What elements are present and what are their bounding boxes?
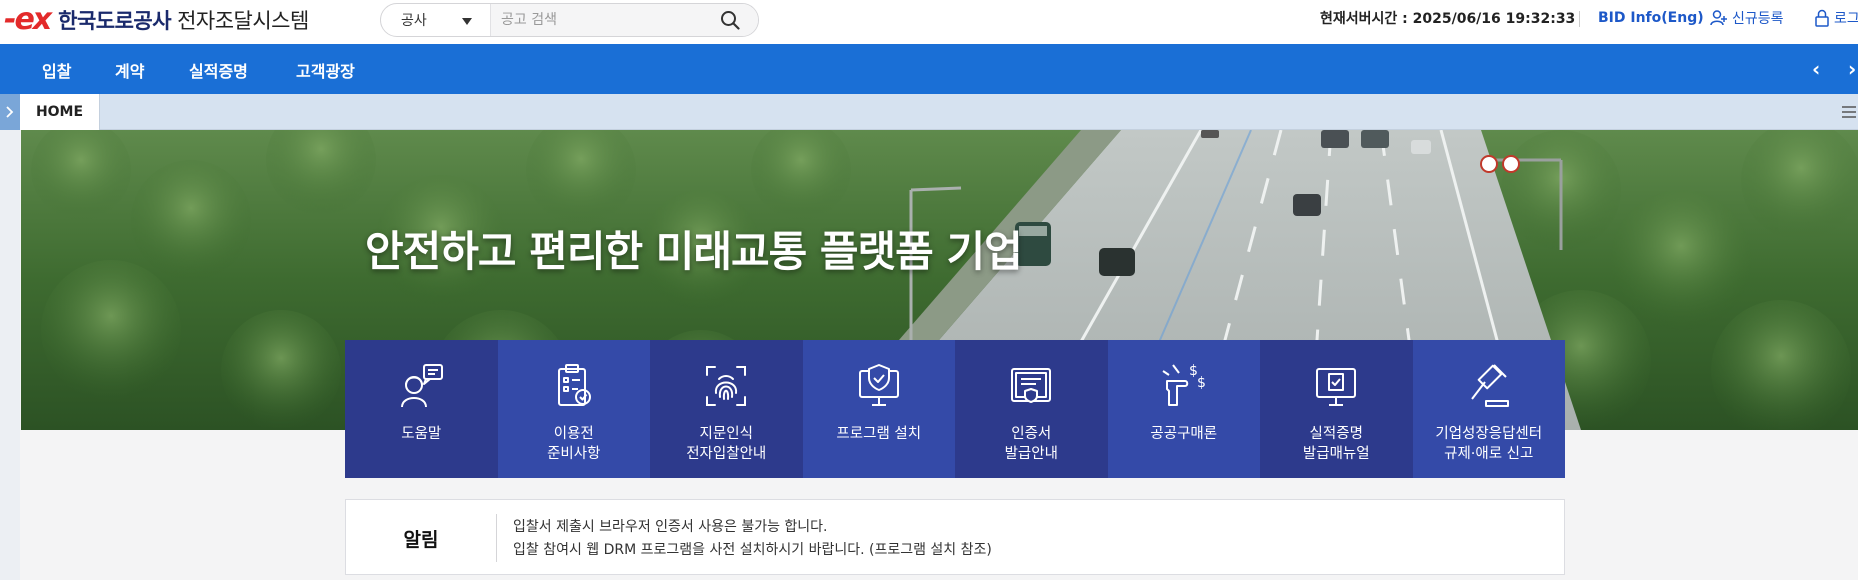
search-input[interactable] bbox=[491, 4, 702, 36]
search-icon bbox=[721, 11, 740, 30]
login-link[interactable]: 로그 bbox=[1814, 8, 1858, 28]
chevron-left-icon[interactable]: ‹ bbox=[1812, 57, 1820, 81]
monitor-doc-icon bbox=[1310, 360, 1362, 412]
notice-line[interactable]: 입찰 참여시 웹 DRM 프로그램을 사전 설치하시기 바랍니다. (프로그램 … bbox=[513, 539, 992, 562]
search-category-select[interactable]: 공사 bbox=[381, 4, 491, 36]
quick-menu: 도움말 이용전 준비사항 지문인식 전자입찰안내 프로그램 설치 인증서 발급안… bbox=[345, 340, 1565, 478]
quick-menu-label: 기업성장응답센터 규제·애로 신고 bbox=[1435, 426, 1543, 462]
quick-menu-fingerprint[interactable]: 지문인식 전자입찰안내 bbox=[650, 340, 803, 478]
chevron-right-icon bbox=[6, 106, 14, 118]
search-box: 공사 bbox=[380, 3, 759, 37]
checklist-icon bbox=[548, 360, 600, 412]
notice-box: 알림 입찰서 제출시 브라우저 인증서 사용은 불가능 합니다. 입찰 참여시 … bbox=[345, 499, 1565, 575]
ex-logo-mark: -ex bbox=[4, 2, 52, 37]
quick-menu-label: 도움말 bbox=[401, 426, 442, 442]
quick-menu-help[interactable]: 도움말 bbox=[345, 340, 498, 478]
nav-item-bid[interactable]: 입찰 bbox=[42, 58, 71, 82]
left-rail bbox=[0, 130, 20, 580]
system-name: 전자조달시스템 bbox=[177, 9, 309, 33]
quick-menu-label: 공공구매론 bbox=[1150, 426, 1218, 442]
notice-line: 입찰서 제출시 브라우저 인증서 사용은 불가능 합니다. bbox=[513, 519, 828, 535]
quick-menu-public-purchase-loan[interactable]: $ $ 공공구매론 bbox=[1107, 340, 1260, 478]
register-label: 신규등록 bbox=[1732, 11, 1784, 27]
server-time: 현재서버시간 : 2025/06/16 19:32:33 bbox=[1320, 11, 1576, 27]
top-header: -ex 한국도로공사 전자조달시스템 공사 현재서버시간 : 2025/06/1… bbox=[0, 0, 1858, 44]
notice-title: 알림 bbox=[403, 528, 439, 551]
chevron-right-icon[interactable]: › bbox=[1848, 57, 1856, 81]
gavel-icon bbox=[1463, 360, 1515, 412]
nav-item-customer[interactable]: 고객광장 bbox=[296, 58, 355, 82]
certificate-icon bbox=[1005, 360, 1057, 412]
fingerprint-icon bbox=[700, 360, 752, 412]
org-name: 한국도로공사 bbox=[58, 9, 172, 33]
quick-menu-preparation[interactable]: 이용전 준비사항 bbox=[497, 340, 650, 478]
bid-info-link[interactable]: BID Info(Eng) bbox=[1598, 10, 1704, 26]
help-desk-icon bbox=[395, 360, 447, 412]
login-label: 로그 bbox=[1834, 11, 1858, 27]
search-category-value: 공사 bbox=[401, 13, 427, 29]
loan-hand-icon: $ $ bbox=[1158, 360, 1210, 412]
quick-menu-certificate[interactable]: 인증서 발급안내 bbox=[955, 340, 1108, 478]
search-button[interactable] bbox=[702, 4, 758, 36]
svg-text:$: $ bbox=[1197, 375, 1206, 391]
quick-menu-program-install[interactable]: 프로그램 설치 bbox=[802, 340, 955, 478]
logo[interactable]: -ex 한국도로공사 전자조달시스템 bbox=[4, 4, 309, 36]
hero-title: 안전하고 편리한 미래교통 플랫폼 기업 bbox=[365, 227, 1023, 276]
register-link[interactable]: 신규등록 bbox=[1710, 8, 1784, 28]
user-add-icon bbox=[1710, 10, 1727, 26]
quick-menu-label: 실적증명 발급매뉴얼 bbox=[1302, 426, 1370, 462]
main-nav: 입찰 계약 실적증명 고객광장 ‹ › bbox=[0, 44, 1858, 94]
tab-strip: HOME bbox=[0, 94, 1858, 130]
quick-menu-business-report[interactable]: 기업성장응답센터 규제·애로 신고 bbox=[1412, 340, 1565, 478]
lock-icon bbox=[1815, 9, 1829, 27]
tab-home[interactable]: HOME bbox=[20, 94, 100, 130]
header-divider bbox=[1579, 11, 1580, 27]
quick-menu-label: 인증서 발급안내 bbox=[1004, 426, 1058, 462]
quick-menu-performance-manual[interactable]: 실적증명 발급매뉴얼 bbox=[1260, 340, 1413, 478]
quick-menu-label: 이용전 준비사항 bbox=[547, 426, 601, 462]
sidebar-toggle[interactable] bbox=[0, 94, 20, 130]
nav-item-performance[interactable]: 실적증명 bbox=[189, 58, 248, 82]
quick-menu-label: 프로그램 설치 bbox=[836, 426, 922, 442]
caret-down-icon bbox=[462, 18, 472, 25]
quick-menu-label: 지문인식 전자입찰안내 bbox=[686, 426, 767, 462]
menu-icon[interactable] bbox=[1840, 104, 1856, 123]
notice-divider bbox=[496, 514, 497, 562]
monitor-shield-icon bbox=[853, 360, 905, 412]
nav-item-contract[interactable]: 계약 bbox=[115, 58, 144, 82]
notice-lines: 입찰서 제출시 브라우저 인증서 사용은 불가능 합니다. 입찰 참여시 웹 D… bbox=[513, 516, 992, 562]
